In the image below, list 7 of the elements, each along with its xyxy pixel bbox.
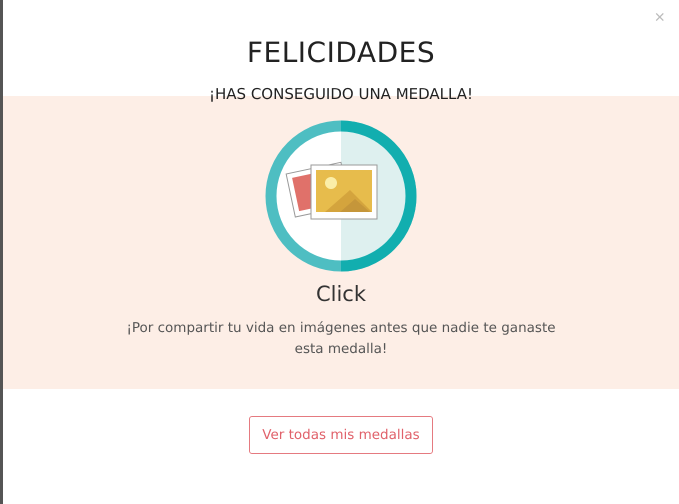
- medal-description: ¡Por compartir tu vida en imágenes antes que nadie te ganaste esta medalla!: [125, 319, 557, 359]
- view-medals-button[interactable]: Ver todas mis medallas: [249, 416, 433, 454]
- medal-name: Click: [316, 282, 366, 306]
- dialog-title: FELICIDADES: [246, 36, 436, 69]
- dialog-subtitle: ¡HAS CONSEGUIDO UNA MEDALLA!: [208, 85, 474, 103]
- close-button[interactable]: ×: [654, 8, 665, 26]
- medal-icon: [265, 120, 417, 272]
